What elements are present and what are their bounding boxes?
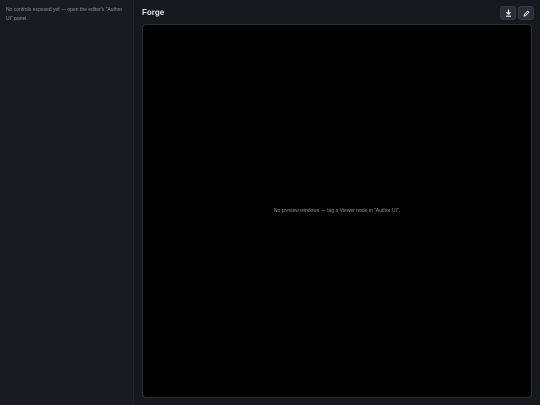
empty-controls-message: No controls exposed yet — open the edito…	[6, 7, 123, 22]
pencil-icon	[522, 9, 530, 17]
edit-button[interactable]	[518, 6, 534, 20]
download-button[interactable]	[500, 6, 516, 20]
empty-preview-message: No preview windows — tag a Viewer node i…	[273, 208, 401, 214]
page-title: Forge	[142, 8, 165, 17]
controls-sidebar: No controls exposed yet — open the edito…	[0, 0, 134, 405]
preview-canvas: No preview windows — tag a Viewer node i…	[142, 24, 532, 398]
download-icon	[505, 9, 512, 17]
app-window: No controls exposed yet — open the edito…	[0, 0, 540, 405]
main-area: Forge No preview windows — tag a Viewer …	[135, 0, 540, 405]
